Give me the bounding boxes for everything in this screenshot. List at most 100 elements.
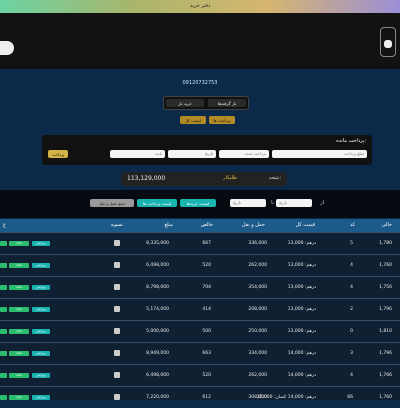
cell-amount: 8,798,000 (146, 285, 169, 290)
cell-total-price: درهم: 13,000 (287, 329, 316, 334)
cell-transport: 250,000 (248, 329, 267, 334)
reason-input[interactable]: بابت (110, 150, 165, 158)
delete-row-button[interactable]: حذف (9, 241, 29, 246)
header-net: خالص (200, 222, 213, 228)
cell-transport: 308,000 (248, 395, 267, 400)
cell-code: 3 (350, 351, 353, 356)
window-title-bar: دفتر خرید (0, 0, 400, 13)
cell-khali: 1,760 (379, 395, 392, 400)
result-status: طلبکار (223, 175, 237, 181)
header-transport: حمل و نقل (241, 222, 265, 228)
table-row: 1,760 66 درهم: 14,000 کشان: 15,000 308,000 6… (0, 386, 400, 408)
cell-code: 4 (350, 285, 353, 290)
row-extra-button[interactable] (0, 263, 7, 268)
right-control[interactable] (380, 27, 396, 57)
cell-khali: 1,796 (379, 351, 392, 356)
cell-code: 2 (350, 307, 353, 312)
payment-panel: پرداخت مانده: مبلغ پرداخت پرداخت شده تار… (42, 135, 372, 165)
header-total-price: قیمت کل (295, 222, 315, 228)
settlement-checkbox[interactable] (114, 328, 120, 334)
tab-khareed-bar[interactable]: خرید بار (166, 99, 204, 107)
edit-row-button[interactable]: ویرایش (32, 329, 50, 334)
cell-transport: 208,000 (248, 307, 267, 312)
tab-bar-gerefte[interactable]: بار گرفته‌ها (208, 99, 246, 107)
paid-input[interactable]: پرداخت شده (219, 150, 269, 158)
cell-transport: 354,000 (248, 285, 267, 290)
settlement-checkbox[interactable] (114, 372, 120, 378)
cell-amount: 8,949,000 (146, 351, 169, 356)
row-extra-button[interactable] (0, 241, 7, 246)
cell-code: 66 (347, 395, 353, 400)
delete-row-button[interactable]: حذف (9, 329, 29, 334)
delete-row-button[interactable]: حذف (9, 285, 29, 290)
settlement-checkbox[interactable] (114, 394, 120, 400)
cell-transport: 334,000 (248, 351, 267, 356)
pay-button[interactable]: پرداخت (48, 150, 68, 158)
cell-total-price: درهم: 13,000 (287, 263, 316, 268)
row-extra-button[interactable] (0, 351, 7, 356)
table-row: 1,796 2 درهم: 13,000 208,000 414 5,174,000 ویر… (0, 298, 400, 320)
cell-khali: 1,796 (379, 307, 392, 312)
transport-total-button[interactable]: جمع حمل و نقل (90, 199, 134, 207)
date-input[interactable]: تاریخ (168, 150, 216, 158)
phone-number: 09120732753 (182, 80, 218, 86)
payments-button[interactable]: پرداخت ها (209, 116, 235, 124)
edit-row-button[interactable]: ویرایش (32, 263, 50, 268)
delete-row-button[interactable]: حذف (9, 351, 29, 356)
delete-row-button[interactable]: حذف (9, 307, 29, 312)
table-header: خالی کد قیمت کل حمل و نقل خالص مبلغ تسوی… (0, 219, 400, 232)
header-amount: مبلغ (164, 222, 173, 228)
table-row: 1,756 4 درهم: 13,000 354,000 704 8,798,000 ویر… (0, 276, 400, 298)
view-tabs: خرید بار بار گرفته‌ها (163, 96, 249, 110)
cell-net: 704 (202, 285, 211, 290)
row-extra-button[interactable] (0, 395, 7, 400)
result-bar: نتیجه: طلبکار 113,129,000 (121, 172, 287, 186)
to-date-input[interactable]: تاریخ (230, 199, 266, 207)
list-all-button[interactable]: لیست کل (180, 116, 206, 124)
filter-bar: از تاریخ تا تاریخ لیست خریدها لیست پرداخ… (0, 190, 400, 218)
settlement-checkbox[interactable] (114, 284, 120, 290)
table-row: 1,760 4 درهم: 13,000 262,000 520 6,498,000 ویر… (0, 254, 400, 276)
cell-code: 5 (350, 241, 353, 246)
header-code: کد (349, 222, 355, 228)
delete-row-button[interactable]: حذف (9, 373, 29, 378)
cell-transport: 262,000 (248, 373, 267, 378)
cell-total-price: درهم: 13,000 (287, 241, 316, 246)
edit-row-button[interactable]: ویرایش (32, 241, 50, 246)
edit-row-button[interactable]: ویرایش (32, 373, 50, 378)
edit-row-button[interactable]: ویرایش (32, 351, 50, 356)
settlement-checkbox[interactable] (114, 262, 120, 268)
cell-total-price: درهم: 13,000 (287, 307, 316, 312)
action-buttons: لیست کل پرداخت ها (180, 116, 235, 124)
table-row: 1,766 4 درهم: 14,000 262,000 520 6,498,000 ویر… (0, 364, 400, 386)
cell-net: 500 (202, 329, 211, 334)
edit-row-button[interactable]: ویرایش (32, 285, 50, 290)
settlement-checkbox[interactable] (114, 240, 120, 246)
cell-transport: 262,000 (248, 263, 267, 268)
edit-row-button[interactable]: ویرایش (32, 395, 50, 400)
row-extra-button[interactable] (0, 285, 7, 290)
row-extra-button[interactable] (0, 329, 7, 334)
row-extra-button[interactable] (0, 373, 7, 378)
header-khali: خالی (381, 222, 392, 228)
edit-row-button[interactable]: ویرایش (32, 307, 50, 312)
purchases-list-button[interactable]: لیست خریدها (180, 199, 216, 207)
cell-code: 0 (350, 329, 353, 334)
delete-row-button[interactable]: حذف (9, 395, 29, 400)
payments-list-button[interactable]: لیست پرداخت ها (137, 199, 177, 207)
cell-net: 667 (202, 241, 211, 246)
cell-khali: 1,760 (379, 263, 392, 268)
left-handle[interactable] (0, 41, 14, 55)
payment-amount-input[interactable]: مبلغ پرداخت (272, 150, 367, 158)
cell-net: 663 (202, 351, 211, 356)
row-extra-button[interactable] (0, 307, 7, 312)
purchase-table: خالی کد قیمت کل حمل و نقل خالص مبلغ تسوی… (0, 219, 400, 400)
cell-khali: 1,756 (379, 285, 392, 290)
settlement-checkbox[interactable] (114, 350, 120, 356)
cell-code: 4 (350, 263, 353, 268)
from-date-input[interactable]: تاریخ (276, 199, 312, 207)
table-row: 1,780 5 درهم: 13,000 336,000 667 8,335,000 ویر… (0, 232, 400, 254)
cell-amount: 6,498,000 (146, 373, 169, 378)
delete-row-button[interactable]: حذف (9, 263, 29, 268)
settlement-checkbox[interactable] (114, 306, 120, 312)
